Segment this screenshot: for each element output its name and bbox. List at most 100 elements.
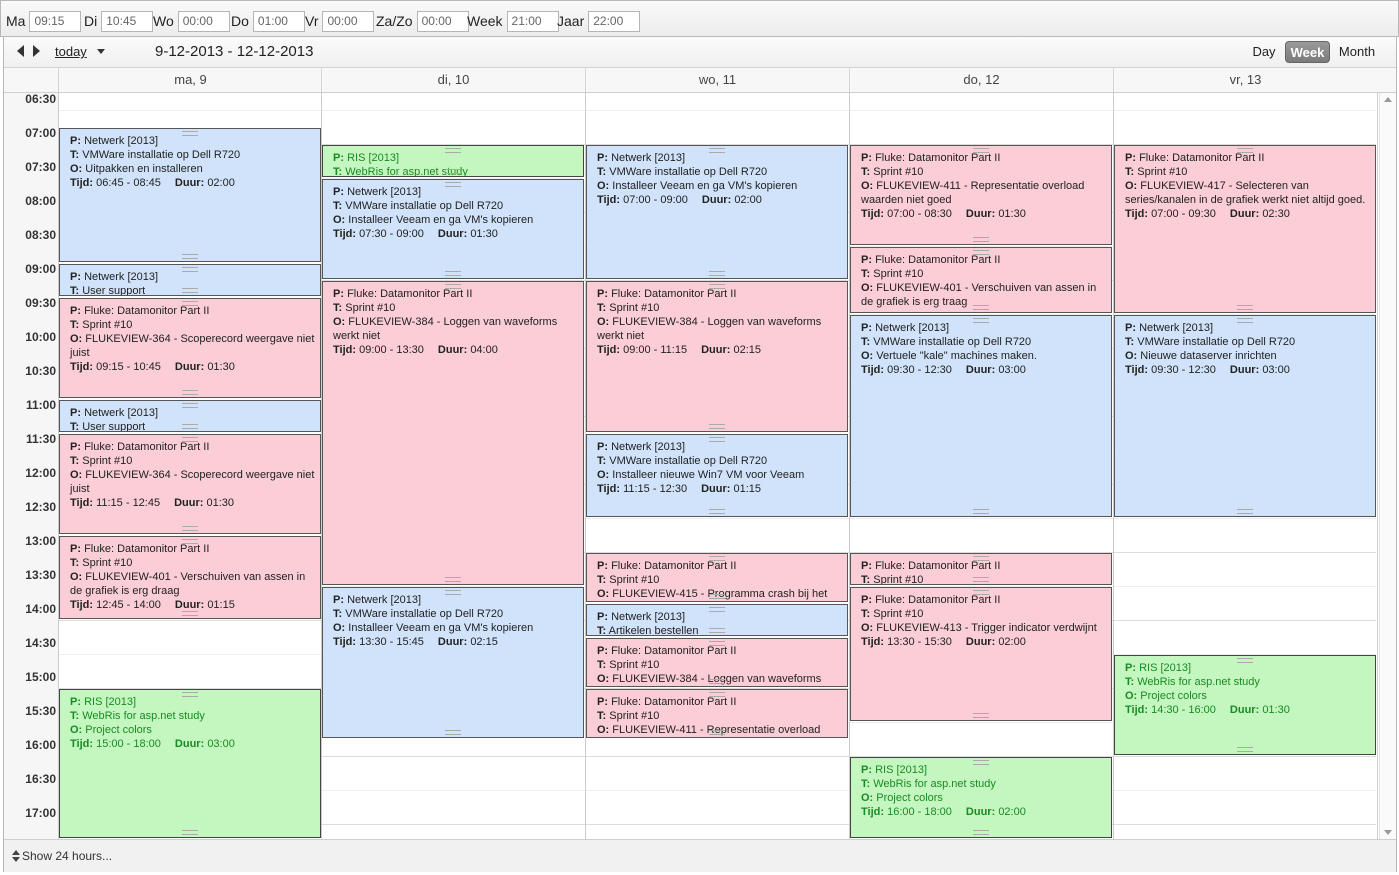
resize-handle-bottom[interactable]	[973, 237, 989, 242]
resize-handle-bottom[interactable]	[709, 594, 725, 599]
resize-handle-top[interactable]	[709, 692, 725, 697]
resize-handle-bottom[interactable]	[1237, 305, 1253, 310]
resize-handle-bottom[interactable]	[182, 611, 198, 616]
calendar-event[interactable]: P: Fluke: Datamonitor Part II T: Sprint #…	[850, 553, 1112, 585]
calendar-event[interactable]: P: Netwerk [2013] T: VMWare installatie o…	[1114, 315, 1376, 517]
total-field[interactable]: 00:00	[416, 10, 469, 32]
resize-handle-bottom[interactable]	[709, 509, 725, 514]
calendar-event[interactable]: P: Netwerk [2013] T: Artikelen bestellen	[586, 604, 848, 636]
total-field[interactable]: 00:00	[177, 10, 230, 32]
calendar-event[interactable]: P: Netwerk [2013] T: VMWare installatie o…	[322, 179, 584, 279]
resize-handle-top[interactable]	[445, 182, 461, 187]
calendar-event[interactable]: P: Fluke: Datamonitor Part II T: Sprint #…	[850, 247, 1112, 313]
today-link[interactable]: today	[55, 44, 87, 59]
resize-handle-bottom[interactable]	[445, 730, 461, 735]
show-24-hours-toggle[interactable]: Show 24 hours...	[12, 849, 112, 863]
scroll-down-icon[interactable]	[1384, 830, 1392, 835]
resize-handle-top[interactable]	[973, 590, 989, 595]
total-field[interactable]: 00:00	[322, 10, 375, 32]
view-day-button[interactable]: Day	[1245, 41, 1283, 63]
previous-arrow-icon[interactable]	[17, 45, 24, 57]
day-header[interactable]: do, 12	[849, 68, 1113, 92]
resize-handle-bottom[interactable]	[445, 577, 461, 582]
resize-handle-top[interactable]	[709, 607, 725, 612]
total-field[interactable]: 21:00	[506, 10, 559, 32]
resize-handle-top[interactable]	[973, 318, 989, 323]
day-header[interactable]: ma, 9	[58, 68, 322, 92]
view-week-button[interactable]: Week	[1285, 41, 1330, 63]
calendar-event[interactable]: P: Fluke: Datamonitor Part II T: Sprint #…	[586, 553, 848, 602]
resize-handle-bottom[interactable]	[709, 271, 725, 276]
total-field[interactable]: 22:00	[588, 10, 641, 32]
calendar-event[interactable]: P: RIS [2013] T: WebRis for asp.net study…	[850, 757, 1112, 838]
resize-handle-top[interactable]	[973, 250, 989, 255]
resize-handle-top[interactable]	[182, 539, 198, 544]
resize-handle-top[interactable]	[709, 556, 725, 561]
resize-handle-top[interactable]	[709, 284, 725, 289]
calendar-event[interactable]: P: Fluke: Datamonitor Part II T: Sprint #…	[586, 689, 848, 738]
resize-handle-bottom[interactable]	[445, 271, 461, 276]
calendar-event[interactable]: P: Fluke: Datamonitor Part II T: Sprint #…	[59, 434, 321, 534]
resize-handle-top[interactable]	[709, 148, 725, 153]
resize-handle-bottom[interactable]	[182, 424, 198, 429]
resize-handle-bottom[interactable]	[182, 254, 198, 259]
resize-handle-top[interactable]	[445, 148, 461, 153]
calendar-event[interactable]: P: Netwerk [2013] T: User support	[59, 400, 321, 432]
resize-handle-bottom[interactable]	[973, 305, 989, 310]
scroll-up-icon[interactable]	[1384, 97, 1392, 102]
calendar-event[interactable]: P: Fluke: Datamonitor Part II T: Sprint #…	[1114, 145, 1376, 313]
resize-handle-top[interactable]	[182, 301, 198, 306]
calendar-event[interactable]: P: Netwerk [2013] T: VMWare installatie o…	[322, 587, 584, 738]
resize-handle-top[interactable]	[973, 556, 989, 561]
resize-handle-bottom[interactable]	[709, 679, 725, 684]
resize-handle-bottom[interactable]	[709, 628, 725, 633]
calendar-event[interactable]: P: Fluke: Datamonitor Part II T: Sprint #…	[586, 638, 848, 687]
resize-handle-top[interactable]	[182, 267, 198, 272]
calendar-event[interactable]: P: Fluke: Datamonitor Part II T: Sprint #…	[850, 587, 1112, 721]
resize-handle-bottom[interactable]	[445, 169, 461, 174]
calendar-event[interactable]: P: Fluke: Datamonitor Part II T: Sprint #…	[850, 145, 1112, 245]
total-field[interactable]: 01:00	[252, 10, 305, 32]
calendar-event[interactable]: P: Fluke: Datamonitor Part II T: Sprint #…	[59, 298, 321, 398]
resize-handle-top[interactable]	[182, 692, 198, 697]
resize-handle-top[interactable]	[1237, 658, 1253, 663]
resize-handle-bottom[interactable]	[182, 526, 198, 531]
view-month-button[interactable]: Month	[1334, 41, 1380, 63]
resize-handle-top[interactable]	[182, 437, 198, 442]
resize-handle-top[interactable]	[709, 437, 725, 442]
day-header[interactable]: wo, 11	[585, 68, 849, 92]
calendar-event[interactable]: P: Fluke: Datamonitor Part II T: Sprint #…	[586, 281, 848, 432]
resize-handle-bottom[interactable]	[182, 390, 198, 395]
resize-handle-bottom[interactable]	[973, 830, 989, 835]
resize-handle-top[interactable]	[1237, 148, 1253, 153]
next-arrow-icon[interactable]	[33, 45, 40, 57]
resize-handle-bottom[interactable]	[1237, 747, 1253, 752]
resize-handle-top[interactable]	[182, 131, 198, 136]
resize-handle-top[interactable]	[445, 284, 461, 289]
resize-handle-top[interactable]	[709, 641, 725, 646]
day-header[interactable]: vr, 13	[1113, 68, 1377, 92]
resize-handle-bottom[interactable]	[182, 288, 198, 293]
resize-handle-bottom[interactable]	[182, 830, 198, 835]
chevron-down-icon[interactable]	[97, 49, 105, 54]
calendar-event[interactable]: P: Netwerk [2013] T: VMWare installatie o…	[850, 315, 1112, 517]
calendar-event[interactable]: P: RIS [2013] T: WebRis for asp.net study…	[59, 689, 321, 838]
calendar-event[interactable]: P: Netwerk [2013] T: VMWare installatie o…	[586, 145, 848, 279]
resize-handle-top[interactable]	[973, 760, 989, 765]
resize-handle-bottom[interactable]	[709, 424, 725, 429]
resize-handle-bottom[interactable]	[973, 713, 989, 718]
calendar-event[interactable]: P: Netwerk [2013] T: VMWare installatie o…	[59, 128, 321, 262]
resize-handle-bottom[interactable]	[709, 730, 725, 735]
total-field[interactable]: 10:45	[101, 10, 154, 32]
calendar-event[interactable]: P: Netwerk [2013] T: User support	[59, 264, 321, 296]
resize-handle-bottom[interactable]	[1237, 509, 1253, 514]
resize-handle-top[interactable]	[1237, 318, 1253, 323]
total-field[interactable]: 09:15	[29, 10, 82, 32]
calendar-event[interactable]: P: Netwerk [2013] T: VMWare installatie o…	[586, 434, 848, 517]
resize-handle-top[interactable]	[445, 590, 461, 595]
day-header[interactable]: di, 10	[321, 68, 585, 92]
calendar-event[interactable]: P: RIS [2013] T: WebRis for asp.net study…	[1114, 655, 1376, 755]
vertical-scrollbar[interactable]	[1379, 93, 1396, 839]
resize-handle-bottom[interactable]	[973, 509, 989, 514]
resize-handle-top[interactable]	[973, 148, 989, 153]
